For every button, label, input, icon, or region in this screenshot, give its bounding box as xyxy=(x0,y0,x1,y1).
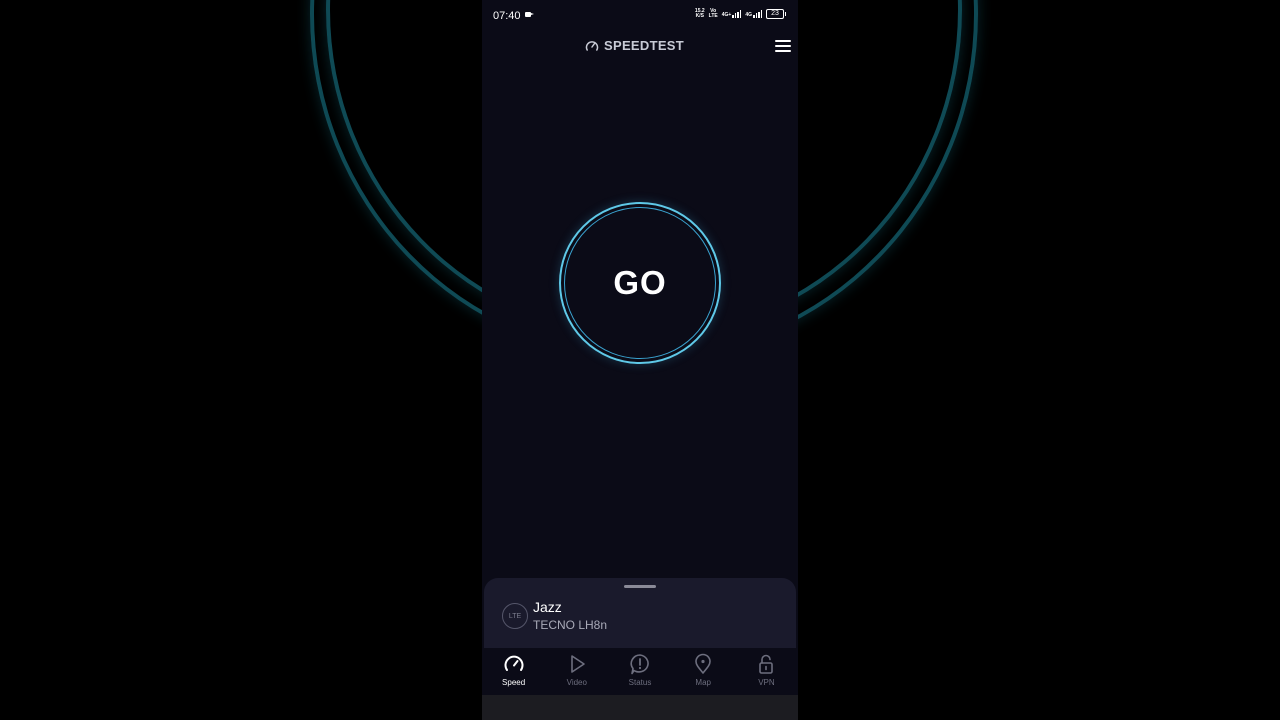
lock-icon xyxy=(759,654,774,674)
network-type-1: 4G+ xyxy=(721,12,732,18)
signal-bars-icon xyxy=(732,10,742,18)
hamburger-menu-icon[interactable] xyxy=(775,40,791,52)
network-speed: 15.2 K/S xyxy=(695,9,705,19)
battery-icon: 23 xyxy=(766,9,786,19)
status-time: 07:40 xyxy=(493,10,521,22)
screen-record-icon xyxy=(525,12,534,17)
tab-speed[interactable]: Speed xyxy=(482,648,545,695)
device-name: TECNO LH8n xyxy=(533,618,608,632)
signal-bars-icon-2 xyxy=(753,10,762,18)
connection-type-badge: LTE xyxy=(502,603,528,629)
system-navigation-bar xyxy=(482,695,798,720)
status-indicators: 15.2 K/S Vo LTE 4G+ 4G 23 xyxy=(695,9,786,19)
tab-vpn-label: VPN xyxy=(758,678,775,687)
tab-map[interactable]: Map xyxy=(672,648,735,695)
tab-map-label: Map xyxy=(695,678,711,687)
brand: SPEEDTEST xyxy=(585,38,684,53)
network-type-2: 4G xyxy=(745,12,752,18)
go-button[interactable]: GO xyxy=(559,202,721,364)
connection-sheet[interactable]: LTE Jazz TECNO LH8n xyxy=(484,578,796,648)
network-speed-unit: K/S xyxy=(695,13,704,19)
tab-status[interactable]: Status xyxy=(608,648,671,695)
bottom-tab-bar: Speed Video Status Map VPN xyxy=(482,648,798,695)
tab-vpn[interactable]: VPN xyxy=(735,648,798,695)
tab-video[interactable]: Video xyxy=(545,648,608,695)
tab-video-label: Video xyxy=(566,678,587,687)
volte-bottom: LTE xyxy=(708,13,718,19)
carrier-name: Jazz xyxy=(533,599,562,615)
app-title: SPEEDTEST xyxy=(604,38,684,53)
status-bar: 07:40 15.2 K/S Vo LTE 4G+ 4G 23 xyxy=(482,0,798,30)
volte-indicator: Vo LTE xyxy=(709,9,718,19)
map-pin-icon xyxy=(695,653,712,674)
phone-screen: 07:40 15.2 K/S Vo LTE 4G+ 4G 23 SPEEDTES… xyxy=(482,0,798,720)
tab-speed-label: Speed xyxy=(502,678,526,687)
speedometer-icon xyxy=(504,655,524,671)
app-header: SPEEDTEST xyxy=(482,30,798,62)
sheet-drag-handle[interactable] xyxy=(624,585,656,588)
tab-status-label: Status xyxy=(628,678,652,687)
alert-icon xyxy=(630,654,649,675)
speedtest-logo-icon xyxy=(585,40,599,51)
go-button-label: GO xyxy=(613,264,667,301)
play-icon xyxy=(570,655,585,673)
